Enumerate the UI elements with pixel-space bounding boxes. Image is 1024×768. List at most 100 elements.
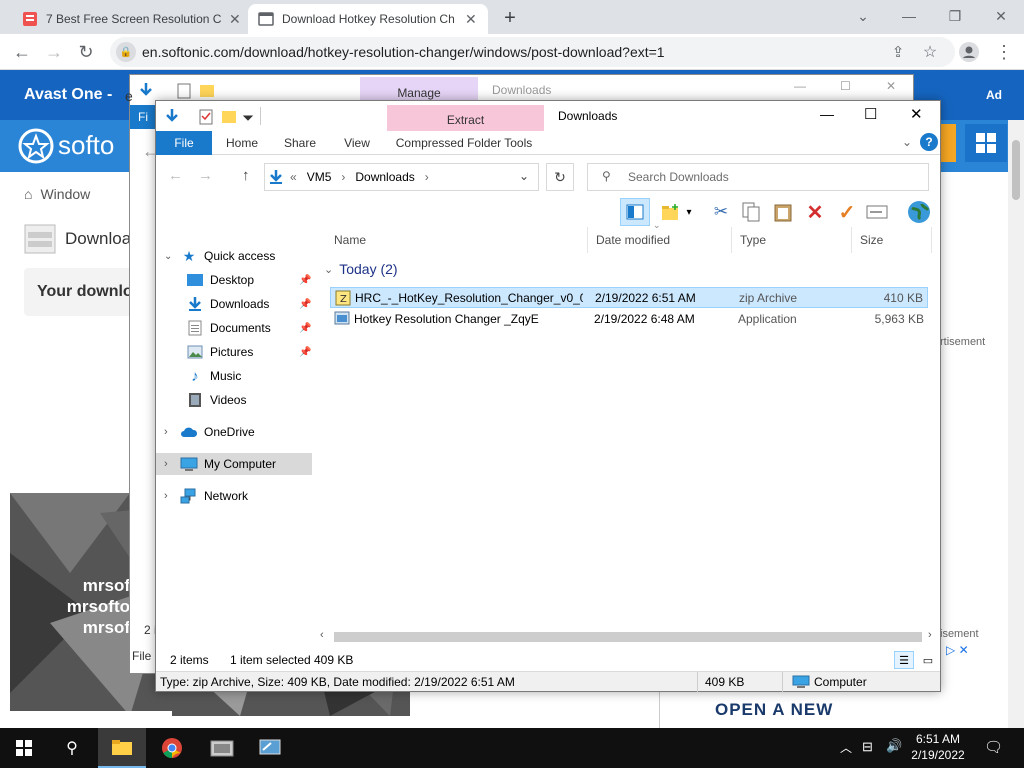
refresh-icon[interactable]: ↻ (546, 163, 574, 191)
adchoices-icon[interactable]: ▷ ✕ (946, 643, 969, 657)
chevron-down-icon[interactable]: ⌄ (324, 263, 333, 276)
pin-icon[interactable]: 📌 (299, 299, 311, 310)
address-bar[interactable]: « VM5 › Downloads › ⌄ (264, 163, 539, 191)
lock-icon[interactable]: 🔒 (116, 42, 136, 62)
scrollbar-thumb[interactable] (1012, 140, 1020, 200)
tab-view[interactable]: View (334, 131, 380, 155)
nav-documents[interactable]: Documents 📌 (156, 317, 316, 339)
group-header-today[interactable]: ⌄ Today (2) (324, 261, 398, 277)
nav-quick-access[interactable]: ⌄ ★ Quick access (156, 245, 316, 267)
pin-icon[interactable]: 📌 (299, 347, 311, 358)
breadcrumb-downloads[interactable]: Downloads (355, 170, 414, 184)
page-scrollbar[interactable] (1008, 120, 1024, 728)
search-input[interactable]: ⚲ Search Downloads (587, 163, 929, 191)
chevron-right-icon[interactable]: › (164, 426, 174, 438)
browser-tab-download-hotkey[interactable]: Download Hotkey Resolution Ch ✕ (248, 4, 488, 34)
close-tab-icon[interactable]: ✕ (465, 11, 477, 28)
start-button[interactable] (0, 728, 48, 768)
share-icon[interactable]: ⇪ (886, 40, 910, 64)
paste-icon[interactable] (770, 199, 796, 225)
up-arrow-icon[interactable]: ↑ (242, 167, 250, 184)
chevron-right-icon[interactable]: › (341, 170, 345, 184)
tab-home[interactable]: Home (218, 131, 266, 155)
chevron-up-icon[interactable]: ︿ (840, 739, 852, 756)
explorer-window[interactable]: Extract Downloads — ☐ ✕ File Home Share … (155, 100, 941, 692)
search-icon[interactable]: ⚲ (48, 728, 96, 768)
scroll-right-icon[interactable]: › (928, 629, 932, 641)
minimize-icon[interactable]: — (886, 4, 932, 28)
address-bar[interactable]: 🔒 en.softonic.com/download/hotkey-resolu… (110, 37, 955, 67)
checkmark-icon[interactable]: ✓ (834, 199, 860, 225)
breadcrumb-windows[interactable]: Window (40, 186, 90, 202)
chrome-taskbar-icon[interactable] (148, 728, 196, 768)
windows-platform-icon[interactable] (965, 124, 1007, 162)
maximize-icon[interactable]: ☐ (840, 79, 851, 93)
close-tab-icon[interactable]: ✕ (229, 11, 241, 28)
bookmark-star-icon[interactable]: ☆ (918, 40, 942, 64)
maximize-icon[interactable]: ☐ (864, 105, 877, 123)
expand-ribbon-icon[interactable]: ⌄ (902, 135, 912, 149)
chevron-down-icon[interactable]: ⌄ (840, 4, 886, 28)
minimize-icon[interactable]: — (794, 79, 806, 93)
nav-network[interactable]: › Network (156, 485, 316, 507)
monitor-app-taskbar-icon[interactable] (246, 728, 294, 768)
home-icon[interactable]: ⌂ (24, 186, 32, 202)
scroll-left-icon[interactable]: ‹ (320, 629, 324, 641)
chevron-right-icon[interactable]: › (164, 458, 174, 470)
minimize-icon[interactable]: — (820, 106, 834, 122)
file-explorer-taskbar-icon[interactable] (98, 728, 146, 768)
nav-pictures[interactable]: Pictures 📌 (156, 341, 316, 363)
help-icon[interactable]: ? (920, 133, 938, 151)
profile-avatar-icon[interactable] (957, 40, 981, 64)
chevron-right-icon[interactable]: › (164, 490, 174, 502)
chevron-down-icon[interactable]: ⌄ (164, 251, 174, 262)
title-bar[interactable]: Extract Downloads — ☐ ✕ (156, 101, 940, 131)
browser-tab-screen-resolution[interactable]: 7 Best Free Screen Resolution Ch ✕ (12, 4, 251, 34)
restore-icon[interactable]: ❐ (932, 4, 978, 28)
volume-icon[interactable]: 🔊 (886, 738, 902, 754)
pin-icon[interactable]: 📌 (299, 323, 311, 334)
clock[interactable]: 6:51 AM 2/19/2022 (904, 731, 972, 763)
nav-downloads[interactable]: Downloads 📌 (156, 293, 316, 315)
preview-pane-icon[interactable] (620, 198, 650, 226)
tab-share[interactable]: Share (274, 131, 326, 155)
extract-tab[interactable]: Extract (387, 105, 544, 131)
reload-icon[interactable]: ↻ (74, 40, 98, 64)
horizontal-scrollbar[interactable]: ‹ › (318, 629, 940, 645)
scrollbar-thumb[interactable] (334, 632, 922, 642)
delete-icon[interactable]: ✕ (802, 199, 828, 225)
nav-music[interactable]: ♪ Music (156, 365, 316, 387)
menu-dots-icon[interactable]: ⋮ (992, 40, 1016, 64)
nav-desktop[interactable]: Desktop 📌 (156, 269, 316, 291)
column-name[interactable]: Name (326, 227, 588, 253)
tab-file[interactable]: File (156, 131, 212, 155)
chevron-right-icon[interactable]: › (425, 170, 429, 184)
quick-access-toolbar-icon[interactable] (164, 107, 260, 127)
forward-arrow-icon[interactable]: → (42, 40, 66, 64)
quick-access-toolbar-icon[interactable] (138, 81, 228, 101)
close-window-icon[interactable]: ✕ (978, 4, 1024, 28)
cut-icon[interactable]: ✂ (708, 199, 734, 225)
app-taskbar-icon[interactable] (198, 728, 246, 768)
large-icons-view-icon[interactable]: ▭ (918, 651, 938, 669)
new-folder-icon[interactable] (658, 199, 684, 225)
nav-onedrive[interactable]: › OneDrive (156, 421, 316, 443)
copy-icon[interactable] (738, 199, 764, 225)
forward-arrow-icon[interactable]: → (198, 167, 213, 184)
globe-icon[interactable] (906, 199, 932, 225)
breadcrumb-vm5[interactable]: VM5 (307, 170, 332, 184)
back-file-tab[interactable]: Fi (130, 105, 156, 129)
column-type[interactable]: Type (732, 227, 852, 253)
file-row[interactable]: Z HRC_-_HotKey_Resolution_Changer_v0_0..… (330, 287, 928, 308)
chevron-down-icon[interactable]: ⌄ (519, 169, 529, 183)
back-arrow-icon[interactable]: ← (10, 40, 34, 64)
chevron-down-icon[interactable]: ▾ (682, 199, 696, 225)
details-view-icon[interactable]: ☰ (894, 651, 914, 669)
close-icon[interactable]: ✕ (886, 79, 896, 93)
pin-icon[interactable]: 📌 (299, 275, 311, 286)
back-arrow-icon[interactable]: ← (168, 167, 183, 184)
breadcrumb-overflow[interactable]: « (290, 170, 297, 184)
tab-compressed-folder-tools[interactable]: Compressed Folder Tools (392, 131, 536, 155)
close-icon[interactable]: ✕ (910, 105, 923, 123)
notification-icon[interactable]: 🗨 (984, 738, 1003, 756)
